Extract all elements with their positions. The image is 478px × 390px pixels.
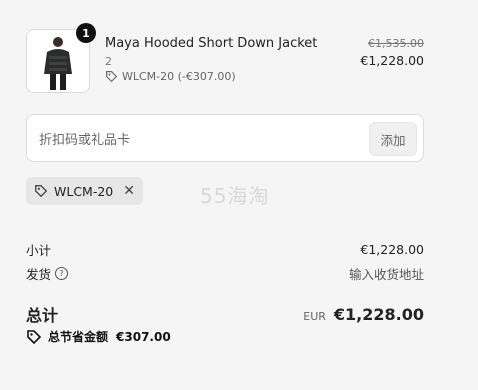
currency-code: EUR [303,309,326,323]
remove-code-button[interactable]: ✕ [123,183,135,199]
subtotal-value: €1,228.00 [360,242,424,257]
savings-value: €307.00 [116,329,171,344]
shipping-label: 发货 [26,267,52,282]
tag-icon [35,185,48,198]
savings-label: 总节省金额 [48,330,109,344]
product-name: Maya Hooded Short Down Jacket [105,36,318,51]
shipping-row: 发货 ? 输入收货地址 [26,264,424,283]
watermark: 55海淘 [200,184,270,208]
shipping-label-group: 发货 ? [26,264,69,283]
savings-row: 总节省金额 €307.00 [26,328,171,345]
total-label: 总计 [26,306,59,325]
total-value: €1,228.00 [333,304,424,324]
help-icon[interactable]: ? [55,267,69,280]
subtotal-label: 小计 [26,243,52,258]
applied-code-text: WLCM-20 [54,183,114,199]
quantity-badge: 1 [76,23,96,43]
total-row: 总计 EUR €1,228.00 [26,302,424,326]
product-discount: WLCM-20 (-€307.00) [105,70,236,83]
original-price: €1,535.00 [368,37,424,50]
tag-icon [27,329,42,344]
discount-code-box: 添加 [26,114,424,162]
applied-code-chip: WLCM-20 ✕ [26,177,143,205]
apply-discount-button[interactable]: 添加 [369,122,417,156]
product-discount-text: WLCM-20 (-€307.00) [122,70,236,83]
tag-icon [106,71,118,83]
product-thumbnail: 1 [26,23,96,93]
discount-code-input[interactable] [37,127,341,153]
subtotal-row: 小计 €1,228.00 [26,240,424,259]
shipping-value: 输入收货地址 [348,267,424,282]
product-quantity: 2 [105,55,112,68]
total-amount: EUR €1,228.00 [303,305,424,324]
current-price: €1,228.00 [360,53,424,68]
